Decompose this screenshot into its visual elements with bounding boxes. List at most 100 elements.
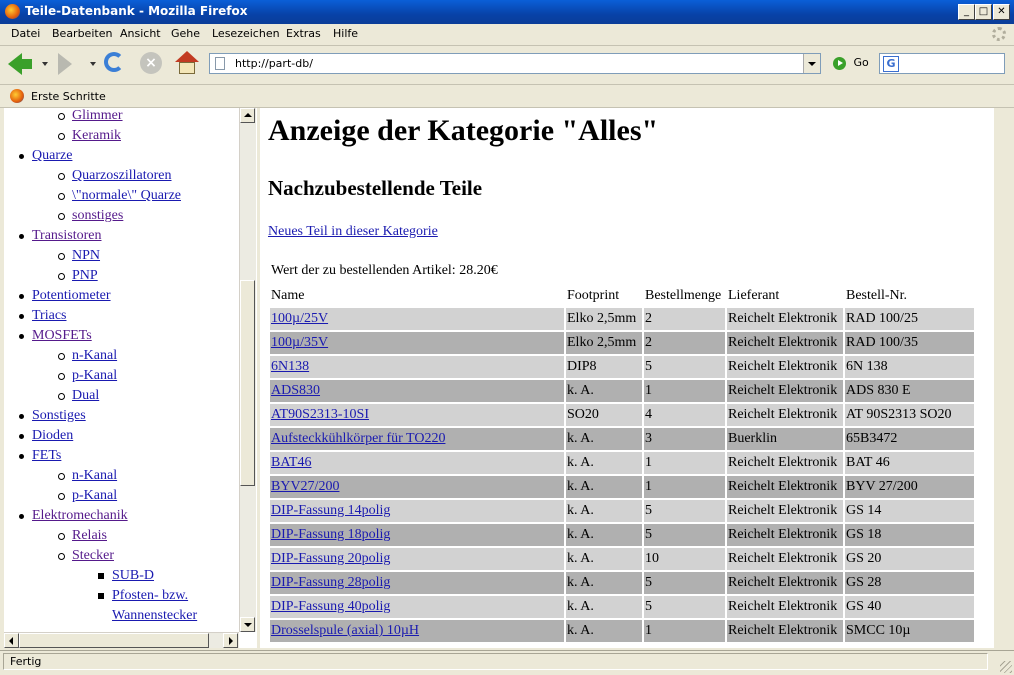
url-bar[interactable]: http://part-db/ <box>209 53 821 74</box>
tree-item-link[interactable]: Triacs <box>32 308 67 323</box>
part-link[interactable]: BYV27/200 <box>271 479 339 494</box>
part-order-number-cell: GS 18 <box>845 524 974 546</box>
part-supplier-cell: Reichelt Elektronik <box>727 380 843 402</box>
part-link[interactable]: DIP-Fassung 40polig <box>271 599 390 614</box>
tree-item-link[interactable]: sonstiges <box>72 208 123 223</box>
part-order-number-cell: 65B3472 <box>845 428 974 450</box>
tree-item: sonstiges <box>58 206 123 226</box>
table-row: AT90S2313-10SI SO20 4 Reichelt Elektronik AT… <box>270 404 974 426</box>
part-order-number-cell: AT 90S2313 SO20 <box>845 404 974 426</box>
menu-bearbeiten[interactable]: Bearbeiten <box>52 27 112 40</box>
url-dropdown-button[interactable] <box>803 54 820 73</box>
tree-item-link[interactable]: Elektromechanik <box>32 508 128 523</box>
table-row: DIP-Fassung 14polig k. A. 5 Reichelt Elektr… <box>270 500 974 522</box>
tree-item-link[interactable]: Stecker <box>72 548 114 563</box>
tree-item-link[interactable]: Relais <box>72 528 107 543</box>
tree-item-link[interactable]: Dioden <box>32 428 73 443</box>
scroll-down-button[interactable] <box>240 617 255 632</box>
maximize-button[interactable]: □ <box>975 4 992 20</box>
tree-item-link[interactable]: \"normale\" Quarze <box>72 188 181 203</box>
part-link[interactable]: 6N138 <box>271 359 309 374</box>
bookmark-erste-schritte[interactable]: Erste Schritte <box>31 90 106 103</box>
tree-item-link[interactable]: Potentiometer <box>32 288 111 303</box>
part-link[interactable]: DIP-Fassung 14polig <box>271 503 390 518</box>
tree-item-link[interactable]: Dual <box>72 388 99 403</box>
part-quantity-cell: 5 <box>644 524 725 546</box>
tree-horizontal-scrollbar[interactable] <box>4 632 239 648</box>
tree-bullet-icon <box>58 353 65 360</box>
go-button[interactable]: Go <box>833 56 869 70</box>
tree-item-link[interactable]: n-Kanal <box>72 468 117 483</box>
menu-extras[interactable]: Extras <box>286 27 321 40</box>
part-link[interactable]: Drosselspule (axial) 10µH <box>271 623 419 638</box>
go-arrow-icon <box>833 56 846 70</box>
tree-item-link[interactable]: MOSFETs <box>32 328 92 343</box>
new-part-link[interactable]: Neues Teil in dieser Kategorie <box>268 224 438 240</box>
reload-icon[interactable] <box>104 52 124 72</box>
tree-item-link[interactable]: p-Kanal <box>72 488 117 503</box>
tree-item-link[interactable]: Transistoren <box>32 228 102 243</box>
window-title-bar[interactable]: Teile-Datenbank - Mozilla Firefox _ □ ✕ <box>0 0 1014 24</box>
tree-item-link[interactable]: Quarzoszillatoren <box>72 168 172 183</box>
menu-ansicht[interactable]: Ansicht <box>120 27 161 40</box>
part-name-cell: BYV27/200 <box>270 476 564 498</box>
stop-icon[interactable]: × <box>140 52 162 74</box>
part-quantity-cell: 1 <box>644 380 725 402</box>
tree-item-link[interactable]: Keramik <box>72 128 121 143</box>
tree-bullet-icon <box>19 314 24 319</box>
part-link[interactable]: DIP-Fassung 28polig <box>271 575 390 590</box>
navigation-toolbar: × http://part-db/ Go G <box>0 46 1014 85</box>
part-link[interactable]: 100µ/35V <box>271 335 328 350</box>
tree-item-link[interactable]: n-Kanal <box>72 348 117 363</box>
part-link[interactable]: ADS830 <box>271 383 320 398</box>
part-link[interactable]: 100µ/25V <box>271 311 328 326</box>
forward-arrow-icon[interactable] <box>58 53 72 75</box>
resize-grip-icon[interactable] <box>1000 661 1012 673</box>
home-icon[interactable] <box>175 51 199 75</box>
tree-item-link[interactable]: FETs <box>32 448 61 463</box>
menu-lesezeichen[interactable]: Lesezeichen <box>212 27 280 40</box>
google-search-icon[interactable]: G <box>883 56 899 72</box>
part-supplier-cell: Reichelt Elektronik <box>727 548 843 570</box>
menu-hilfe[interactable]: Hilfe <box>333 27 358 40</box>
tree-item-link[interactable]: PNP <box>72 268 98 283</box>
part-footprint-cell: k. A. <box>566 428 642 450</box>
tree-item-link[interactable]: Sonstiges <box>32 408 86 423</box>
part-link[interactable]: DIP-Fassung 18polig <box>271 527 390 542</box>
tree-item-link[interactable]: SUB-D <box>112 568 154 583</box>
tree-item-link[interactable]: Wannenstecker <box>112 608 197 623</box>
scroll-right-button[interactable] <box>223 633 238 648</box>
forward-history-chevron-icon[interactable] <box>90 62 96 66</box>
menu-datei[interactable]: Datei <box>11 27 40 40</box>
url-text[interactable]: http://part-db/ <box>235 57 313 70</box>
part-link[interactable]: AT90S2313-10SI <box>271 407 369 422</box>
page-title: Anzeige der Kategorie "Alles" <box>268 114 659 147</box>
back-arrow-icon[interactable] <box>8 53 32 75</box>
tree-item-link[interactable]: Quarze <box>32 148 72 163</box>
close-button[interactable]: ✕ <box>993 4 1010 20</box>
part-link[interactable]: DIP-Fassung 20polig <box>271 551 390 566</box>
tree-item-link[interactable]: Glimmer <box>72 108 123 123</box>
minimize-button[interactable]: _ <box>958 4 975 20</box>
part-link[interactable]: BAT46 <box>271 455 311 470</box>
scroll-thumb[interactable] <box>240 280 255 486</box>
tree-bullet-icon <box>58 533 65 540</box>
hscroll-thumb[interactable] <box>19 633 209 648</box>
part-order-number-cell: BAT 46 <box>845 452 974 474</box>
part-footprint-cell: k. A. <box>566 572 642 594</box>
part-link[interactable]: Aufsteckkühlkörper für TO220 <box>271 431 445 446</box>
tree-item-link[interactable]: Pfosten- bzw. <box>112 588 188 603</box>
tree-item: n-Kanal <box>58 346 117 366</box>
order-total: Wert der zu bestellenden Artikel: 28.20€ <box>271 263 498 278</box>
search-input[interactable]: G <box>879 53 1005 74</box>
back-history-chevron-icon[interactable] <box>42 62 48 66</box>
parts-table: Name Footprint Bestellmenge Lieferant Be… <box>268 284 976 644</box>
tree-item-link[interactable]: p-Kanal <box>72 368 117 383</box>
part-name-cell: Drosselspule (axial) 10µH <box>270 620 564 642</box>
part-supplier-cell: Reichelt Elektronik <box>727 356 843 378</box>
scroll-up-button[interactable] <box>240 108 255 123</box>
scroll-left-button[interactable] <box>4 633 19 648</box>
tree-item-link[interactable]: NPN <box>72 248 100 263</box>
menu-gehe[interactable]: Gehe <box>171 27 200 40</box>
tree-vertical-scrollbar[interactable] <box>239 108 256 632</box>
